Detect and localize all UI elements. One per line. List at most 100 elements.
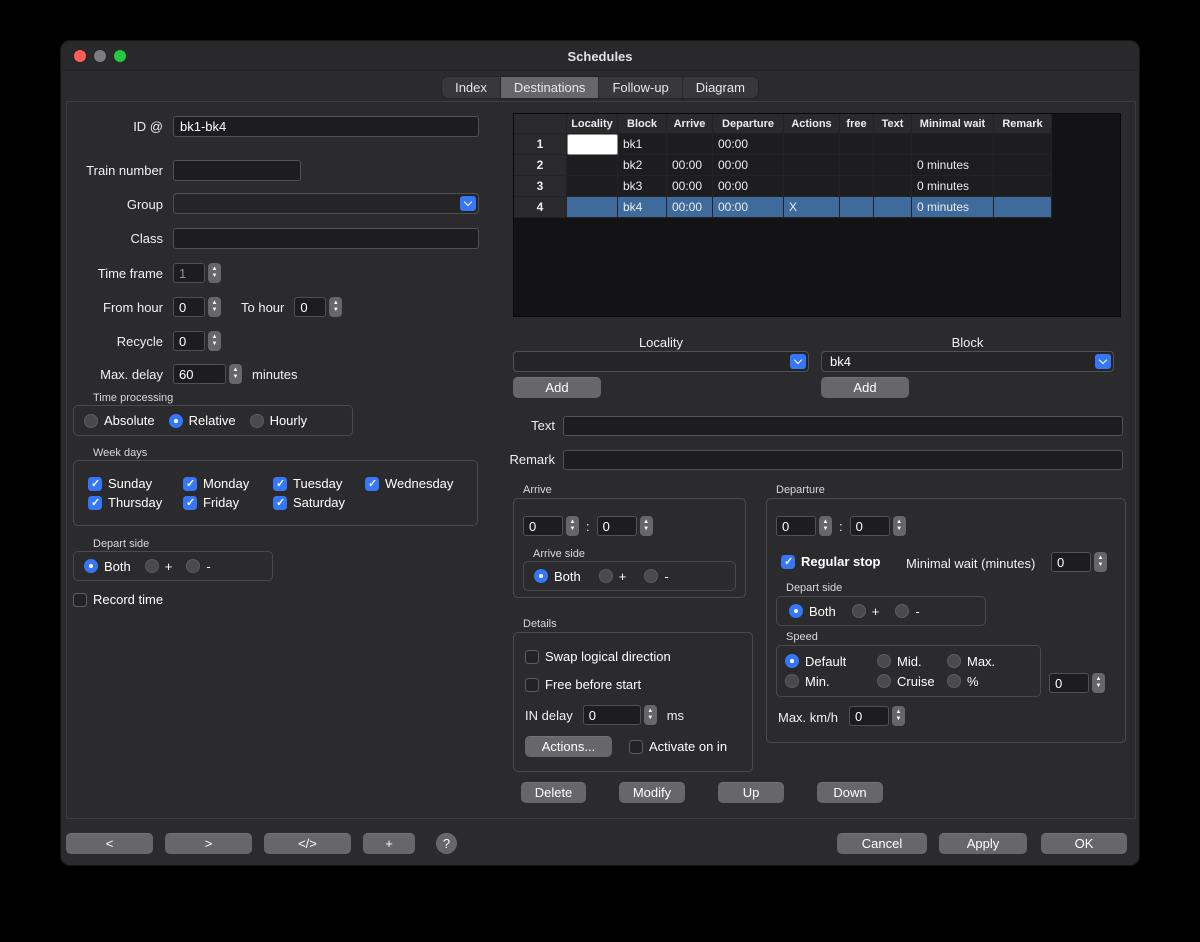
column-header[interactable]: Block: [618, 114, 667, 134]
tab-follow-up[interactable]: Follow-up: [599, 77, 682, 98]
table-cell[interactable]: [784, 155, 840, 176]
table-cell[interactable]: 00:00: [713, 155, 784, 176]
table-row[interactable]: 1bk100:00: [514, 134, 1120, 155]
radio-[interactable]: -: [644, 569, 668, 584]
table-cell[interactable]: [840, 176, 874, 197]
train-number-input[interactable]: [173, 160, 301, 181]
table-cell[interactable]: [874, 176, 912, 197]
table-cell[interactable]: [912, 134, 994, 155]
row-number[interactable]: 3: [514, 176, 567, 197]
checkbox-monday[interactable]: Monday: [183, 476, 273, 491]
delete-button[interactable]: Delete: [521, 782, 586, 803]
checkbox-thursday[interactable]: Thursday: [88, 495, 183, 510]
down-button[interactable]: Down: [817, 782, 883, 803]
radio-both[interactable]: Both: [534, 569, 581, 584]
chevron-down-icon[interactable]: [790, 354, 806, 369]
table-cell[interactable]: 0 minutes: [912, 176, 994, 197]
radio-both[interactable]: Both: [84, 559, 131, 574]
record-time-checkbox[interactable]: Record time: [73, 592, 163, 607]
modify-button[interactable]: Modify: [619, 782, 685, 803]
block-combo[interactable]: bk4: [821, 351, 1114, 372]
arrive-minute-stepper[interactable]: 0 ▲▼: [597, 516, 653, 536]
stepper-arrows[interactable]: ▲▼: [644, 705, 657, 725]
stepper-arrows[interactable]: ▲▼: [229, 364, 242, 384]
previous-button[interactable]: <: [66, 833, 153, 854]
departure-minute-stepper[interactable]: 0 ▲▼: [850, 516, 906, 536]
table-cell[interactable]: [874, 134, 912, 155]
max-delay-stepper[interactable]: 60 ▲▼: [173, 364, 242, 384]
stepper-arrows[interactable]: ▲▼: [566, 516, 579, 536]
max-kmh-stepper[interactable]: 0 ▲▼: [849, 706, 905, 726]
row-number[interactable]: 2: [514, 155, 567, 176]
remark-input[interactable]: [563, 450, 1123, 470]
text-input[interactable]: [563, 416, 1123, 436]
minimal-wait-stepper[interactable]: 0 ▲▼: [1051, 552, 1107, 572]
radio-[interactable]: -: [895, 604, 919, 619]
radio-mid[interactable]: Mid.: [877, 654, 947, 669]
checkbox-saturday[interactable]: Saturday: [273, 495, 365, 510]
stepper-arrows[interactable]: ▲▼: [329, 297, 342, 317]
tab-index[interactable]: Index: [442, 77, 501, 98]
time-frame-stepper[interactable]: 1 ▲▼: [173, 263, 221, 283]
table-cell[interactable]: [994, 197, 1052, 218]
stepper-value[interactable]: 0: [1049, 673, 1089, 693]
stepper-value[interactable]: 0: [1051, 552, 1091, 572]
radio-default[interactable]: Default: [785, 654, 877, 669]
stepper-arrows[interactable]: ▲▼: [208, 263, 221, 283]
stepper-value[interactable]: 0: [173, 331, 205, 351]
radio-[interactable]: %: [947, 674, 1040, 689]
stepper-arrows[interactable]: ▲▼: [208, 297, 221, 317]
chevron-down-icon[interactable]: [1095, 354, 1111, 369]
checkbox-tuesday[interactable]: Tuesday: [273, 476, 365, 491]
activate-on-in-checkbox[interactable]: Activate on in: [629, 739, 727, 754]
stepper-arrows[interactable]: ▲▼: [1094, 552, 1107, 572]
stepper-value[interactable]: 0: [776, 516, 816, 536]
from-hour-stepper[interactable]: 0 ▲▼: [173, 297, 221, 317]
departure-hour-stepper[interactable]: 0 ▲▼: [776, 516, 832, 536]
tab-diagram[interactable]: Diagram: [683, 77, 758, 98]
tab-destinations[interactable]: Destinations: [501, 77, 600, 98]
stepper-value[interactable]: 0: [597, 516, 637, 536]
table-cell[interactable]: [567, 134, 618, 155]
stepper-value[interactable]: 0: [173, 297, 205, 317]
table-cell[interactable]: 0 minutes: [912, 155, 994, 176]
table-row[interactable]: 2bk200:0000:000 minutes: [514, 155, 1120, 176]
stepper-value[interactable]: 0: [523, 516, 563, 536]
speed-value-stepper[interactable]: 0 ▲▼: [1049, 673, 1105, 693]
column-header[interactable]: free: [840, 114, 874, 134]
stepper-value[interactable]: 0: [583, 705, 641, 725]
radio-relative[interactable]: Relative: [169, 413, 236, 428]
free-before-start-checkbox[interactable]: Free before start: [525, 677, 641, 692]
up-button[interactable]: Up: [718, 782, 784, 803]
radio-[interactable]: +: [145, 559, 173, 574]
radio-hourly[interactable]: Hourly: [250, 413, 308, 428]
table-cell[interactable]: 00:00: [713, 134, 784, 155]
in-delay-stepper[interactable]: 0 ▲▼: [583, 705, 657, 725]
column-header[interactable]: Departure: [713, 114, 784, 134]
add-block-button[interactable]: Add: [821, 377, 909, 398]
table-cell[interactable]: [567, 155, 618, 176]
table-cell[interactable]: [994, 176, 1052, 197]
column-header[interactable]: Arrive: [667, 114, 713, 134]
arrive-hour-stepper[interactable]: 0 ▲▼: [523, 516, 579, 536]
title-bar[interactable]: Schedules: [61, 41, 1139, 71]
next-button[interactable]: >: [165, 833, 252, 854]
table-cell[interactable]: 00:00: [667, 155, 713, 176]
destinations-table[interactable]: LocalityBlockArriveDepartureActionsfreeT…: [513, 113, 1121, 317]
add-locality-button[interactable]: Add: [513, 377, 601, 398]
stepper-value[interactable]: 0: [849, 706, 889, 726]
regular-stop-checkbox[interactable]: Regular stop: [781, 554, 880, 569]
table-row[interactable]: 3bk300:0000:000 minutes: [514, 176, 1120, 197]
table-cell[interactable]: [874, 197, 912, 218]
swap-logical-direction-checkbox[interactable]: Swap logical direction: [525, 649, 671, 664]
actions-button[interactable]: Actions...: [525, 736, 612, 757]
stepper-arrows[interactable]: ▲▼: [819, 516, 832, 536]
table-cell[interactable]: bk3: [618, 176, 667, 197]
table-cell[interactable]: [784, 134, 840, 155]
table-cell[interactable]: [994, 134, 1052, 155]
ok-button[interactable]: OK: [1041, 833, 1127, 854]
stepper-value[interactable]: 60: [173, 364, 226, 384]
table-cell[interactable]: 00:00: [667, 197, 713, 218]
table-cell[interactable]: X: [784, 197, 840, 218]
apply-button[interactable]: Apply: [939, 833, 1027, 854]
